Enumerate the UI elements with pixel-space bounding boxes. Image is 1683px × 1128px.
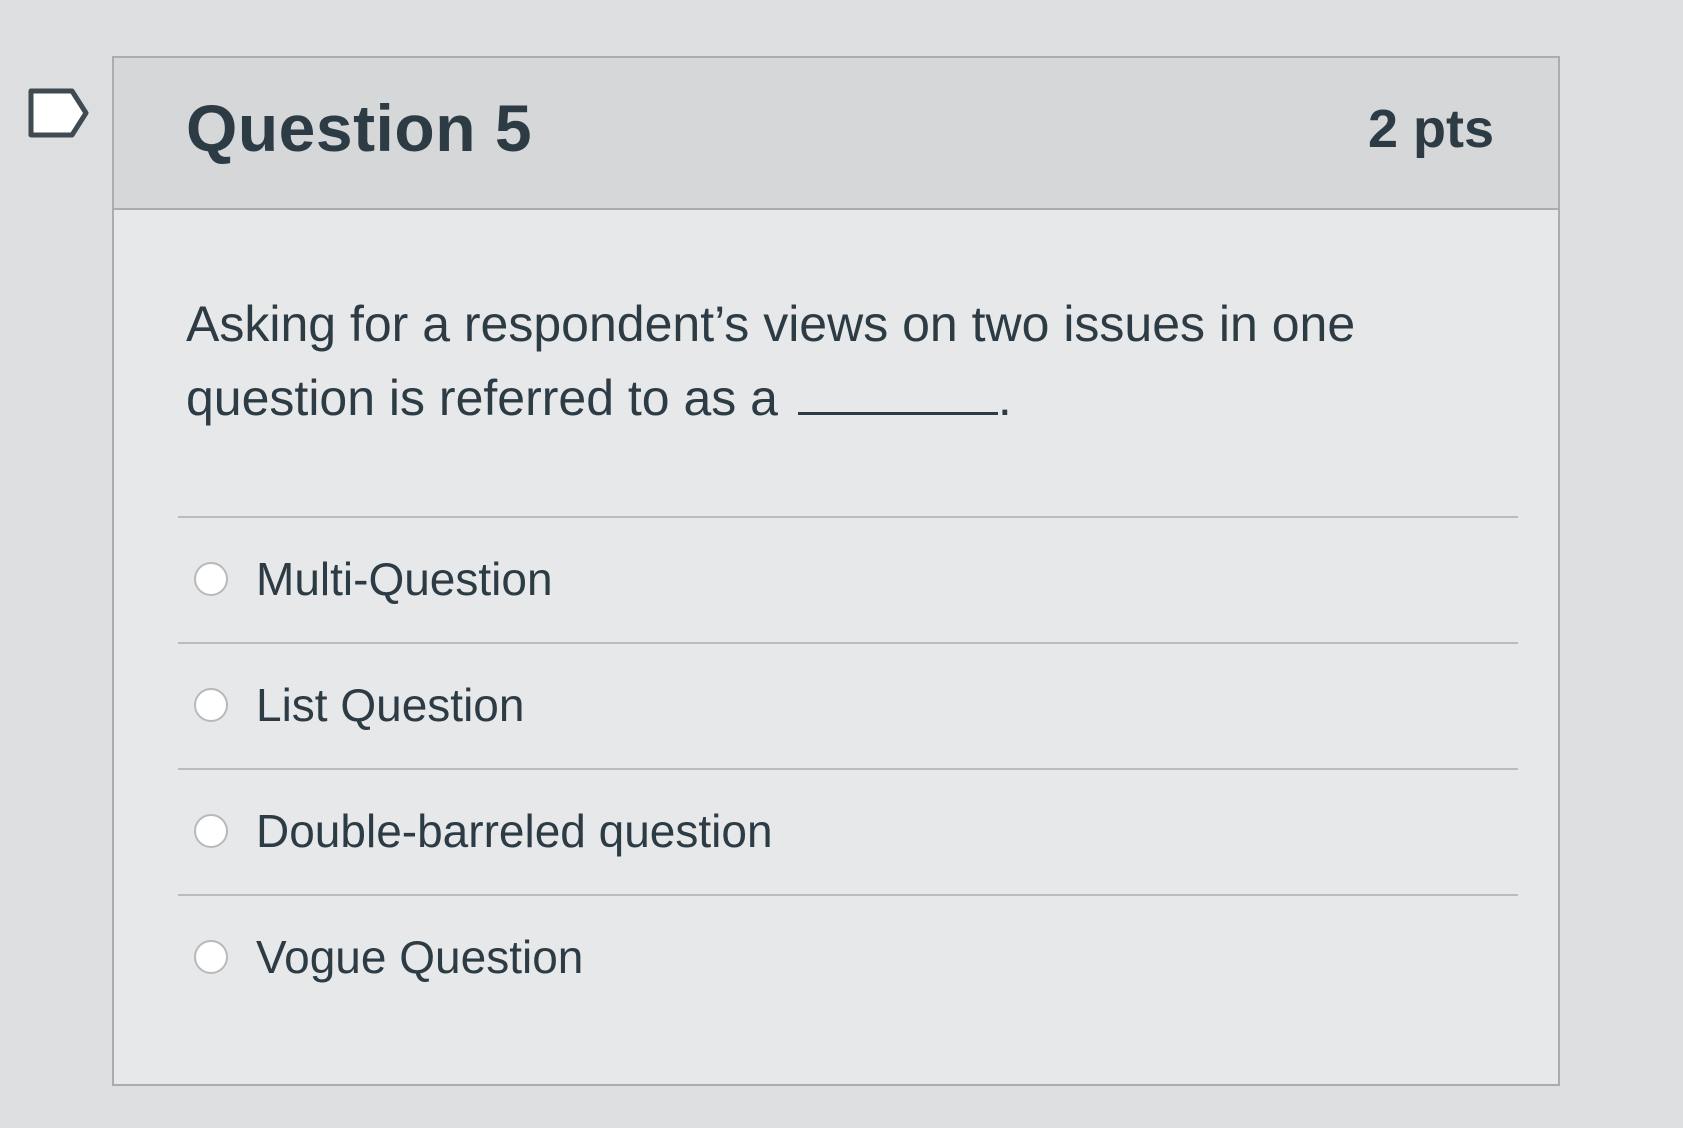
radio-button[interactable] (194, 814, 228, 848)
radio-button[interactable] (194, 688, 228, 722)
fill-in-blank (797, 360, 998, 415)
question-header: Question 5 2 pts (114, 58, 1558, 210)
answer-label[interactable]: Multi-Question (256, 552, 553, 606)
radio-button[interactable] (194, 940, 228, 974)
question-points: 2 pts (1367, 99, 1494, 159)
radio-button[interactable] (194, 562, 228, 596)
question-title: Question 5 (186, 91, 533, 165)
question-card: Question 5 2 pts Asking for a respondent… (112, 56, 1560, 1086)
answer-label[interactable]: Vogue Question (256, 930, 583, 984)
question-text: Asking for a respondent’s views on two i… (186, 288, 1446, 434)
flag-question-icon[interactable] (28, 88, 90, 138)
answer-label[interactable]: List Question (256, 678, 524, 732)
answer-option-multi-question[interactable]: Multi-Question (178, 516, 1518, 642)
question-period: . (997, 370, 1012, 426)
answer-label[interactable]: Double-barreled question (256, 804, 773, 858)
answer-option-double-barreled[interactable]: Double-barreled question (178, 768, 1518, 894)
answer-option-vogue-question[interactable]: Vogue Question (178, 894, 1518, 1020)
answer-list: Multi-Question List Question Double-barr… (178, 516, 1518, 1020)
question-prompt: Asking for a respondent’s views on two i… (186, 296, 1356, 426)
answer-option-list-question[interactable]: List Question (178, 642, 1518, 768)
